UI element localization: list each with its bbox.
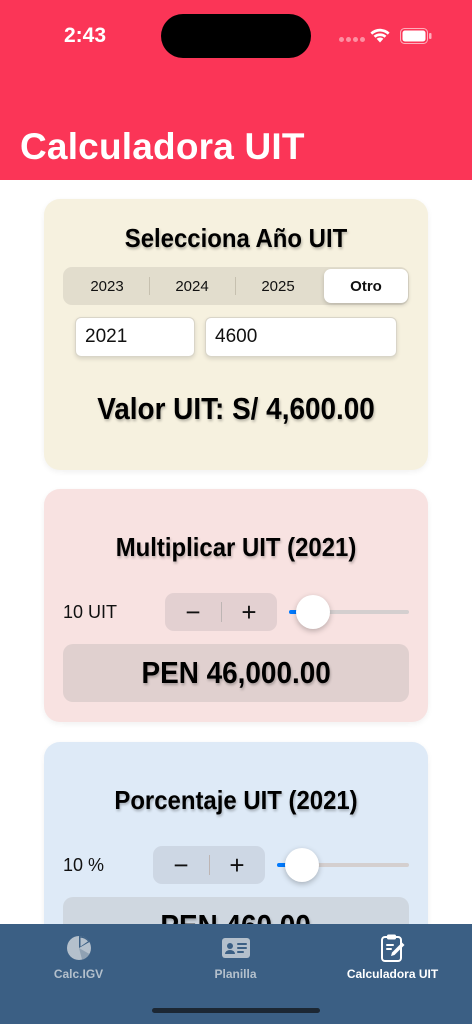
year-segmented-control: 2023 2024 2025 Otro xyxy=(63,267,409,305)
status-time: 2:43 xyxy=(64,24,107,47)
percent-card-title: Porcentaje UIT (2021) xyxy=(114,785,358,815)
page-title: Calculadora UIT xyxy=(20,126,305,167)
tab-calc-igv[interactable]: Calc.IGV xyxy=(0,924,157,994)
year-card-title: Selecciona Año UIT xyxy=(124,223,348,253)
segment-2024[interactable]: 2024 xyxy=(150,269,234,303)
app-header: 2:43 Calculadora UIT xyxy=(0,0,472,180)
id-card-icon xyxy=(221,938,250,958)
tab-label: Calculadora UIT xyxy=(346,967,439,981)
year-selection-card: Selecciona Año UIT 2023 2024 2025 Otro 2… xyxy=(44,199,428,470)
pie-chart-icon xyxy=(66,936,91,960)
decrement-button[interactable]: − xyxy=(153,846,209,884)
tab-planilla[interactable]: Planilla xyxy=(157,924,314,994)
multiply-result-text: PEN 46,000.00 xyxy=(141,655,331,690)
increment-button[interactable]: + xyxy=(209,846,265,884)
uit-value-display: Valor UIT: S/ 4,600.00 xyxy=(97,391,375,426)
wifi-icon xyxy=(370,28,390,43)
year-input[interactable]: 2021 xyxy=(75,317,195,357)
segment-otro[interactable]: Otro xyxy=(324,269,408,303)
multiplier-label: 10 UIT xyxy=(63,602,118,622)
increment-button[interactable]: + xyxy=(221,593,277,631)
decrement-button[interactable]: − xyxy=(165,593,221,631)
percent-stepper: − + xyxy=(153,846,265,884)
multiplier-stepper: − + xyxy=(165,593,277,631)
tab-label: Planilla xyxy=(214,967,257,981)
multiply-card-title: Multiplicar UIT (2021) xyxy=(115,532,357,562)
dynamic-island xyxy=(161,14,311,58)
battery-icon xyxy=(400,28,432,44)
clipboard-edit-icon xyxy=(380,934,404,962)
percent-label: 10 % xyxy=(63,855,105,875)
home-indicator xyxy=(152,1008,320,1013)
multiply-result: PEN 46,000.00 xyxy=(63,644,409,702)
slider-thumb[interactable] xyxy=(295,595,330,629)
slider-thumb[interactable] xyxy=(284,848,319,882)
cellular-signal-icon xyxy=(339,37,367,43)
tab-label: Calc.IGV xyxy=(53,967,104,981)
uit-value-input[interactable]: 4600 xyxy=(205,317,397,357)
segment-2023[interactable]: 2023 xyxy=(65,269,149,303)
segment-2025[interactable]: 2025 xyxy=(236,269,320,303)
percent-slider[interactable] xyxy=(277,848,409,882)
multiplier-slider[interactable] xyxy=(289,595,409,629)
multiply-uit-card: Multiplicar UIT (2021) 10 UIT − + PEN 46… xyxy=(44,489,428,722)
tab-calculadora-uit[interactable]: Calculadora UIT xyxy=(314,924,471,994)
